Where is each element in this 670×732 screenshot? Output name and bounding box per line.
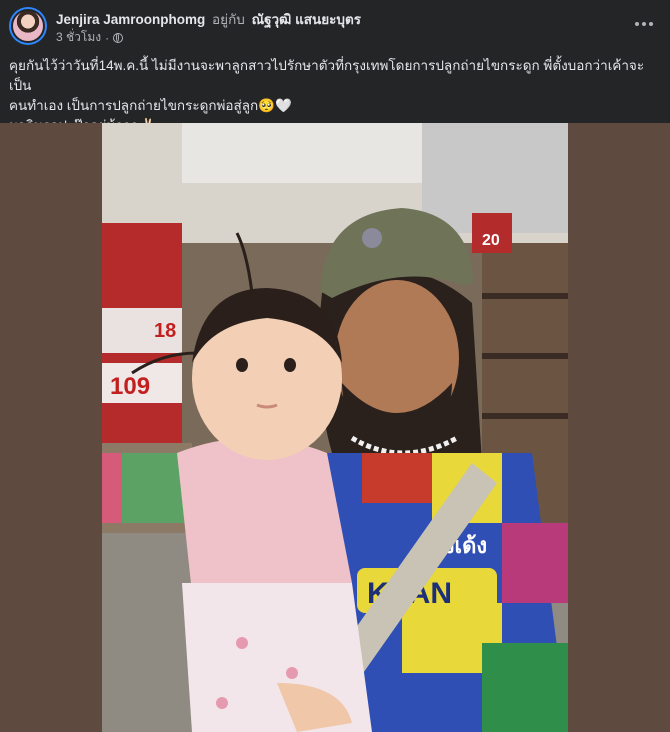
- store-sign-text: 20: [482, 232, 500, 249]
- author-line: Jenjira Jamroonphomg อยู่กับ ณัฐวุฒิ แสน…: [56, 8, 361, 30]
- author-avatar[interactable]: [9, 7, 47, 45]
- post-timestamp-link[interactable]: 3 ชั่วโมง: [56, 28, 101, 47]
- more-options-button[interactable]: [632, 12, 656, 36]
- more-options-icon: [635, 22, 639, 26]
- more-options-icon: [642, 22, 646, 26]
- post-photo[interactable]: 18 109 20 เด้งเด้ง KEAN: [102, 123, 568, 732]
- meta-separator: ·: [105, 30, 110, 45]
- globe-icon[interactable]: [113, 32, 124, 43]
- post-header: Jenjira Jamroonphomg อยู่กับ ณัฐวุฒิ แสน…: [0, 0, 670, 50]
- tagged-user-link[interactable]: ณัฐวุฒิ แสนยะบุตร: [252, 12, 361, 27]
- post-media: 18 109 20 เด้งเด้ง KEAN: [0, 123, 670, 732]
- store-sign-text: 18: [154, 320, 176, 342]
- photo-illustration: 18 109 20 เด้งเด้ง KEAN: [102, 123, 568, 732]
- author-name-link[interactable]: Jenjira Jamroonphomg: [56, 12, 205, 27]
- post-meta: 3 ชั่วโมง ·: [56, 28, 124, 47]
- post-text-line: คนทำเอง เป็นการปลูกถ่ายไขกระดูกพ่อสู่ลูก…: [9, 98, 292, 113]
- with-label: อยู่กับ: [212, 12, 245, 27]
- avatar-image: [11, 9, 45, 43]
- more-options-icon: [649, 22, 653, 26]
- post-text-line: คุยกันไว้ว่าวันที่14พ.ค.นี้ ไม่มีงานจะพา…: [9, 58, 645, 93]
- store-sign-text: 109: [110, 373, 150, 400]
